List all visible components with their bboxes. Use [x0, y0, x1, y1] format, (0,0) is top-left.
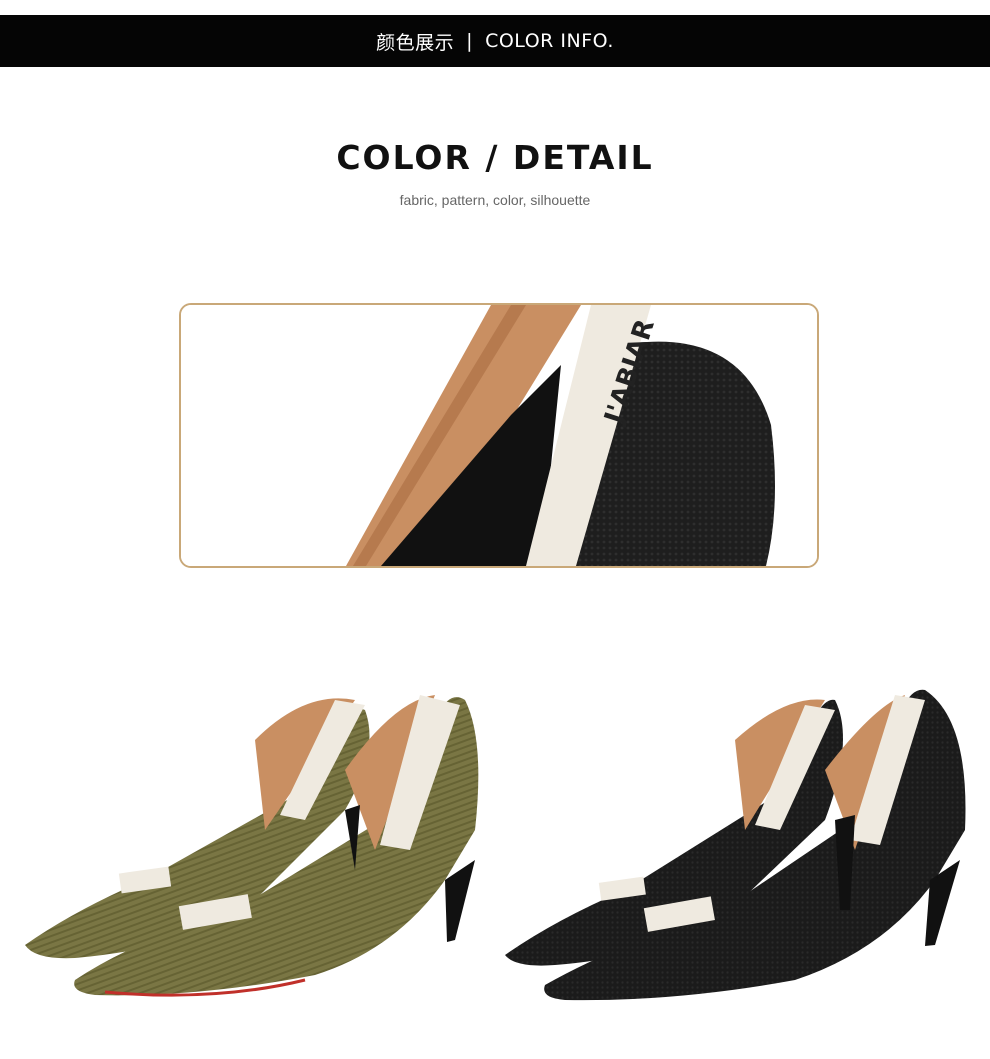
detail-closeup-illustration: J'ABIAR [181, 305, 817, 566]
header-separator: | [466, 30, 474, 52]
detail-closeup-image: J'ABIAR [179, 303, 819, 568]
black-shoes-illustration [505, 689, 966, 1001]
olive-shoe-image [15, 680, 495, 1010]
header-title-cn: 颜色展示 [376, 31, 455, 54]
section-subtitle: fabric, pattern, color, silhouette [399, 192, 591, 208]
black-shoe-image [495, 680, 975, 1010]
header-bar: 颜色展示 | COLOR INFO. [0, 15, 990, 67]
section-title: COLOR / DETAIL [336, 138, 654, 177]
olive-shoes-illustration [25, 695, 479, 997]
header-title-en: COLOR INFO. [485, 30, 614, 52]
